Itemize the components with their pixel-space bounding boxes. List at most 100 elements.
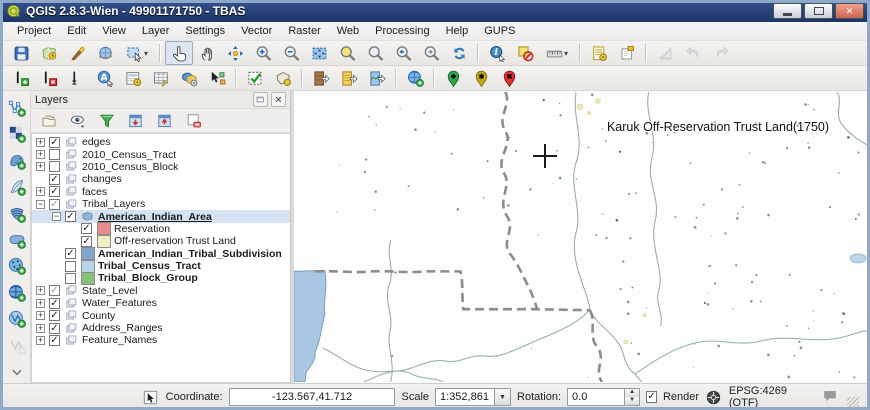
- layer-item-2010-census-tract[interactable]: +2010_Census_Tract: [32, 148, 290, 160]
- crs-status-icon[interactable]: [705, 387, 723, 407]
- zoom-next-button[interactable]: [417, 41, 445, 65]
- export-map-file-button[interactable]: [363, 66, 391, 90]
- menu-layer[interactable]: Layer: [134, 23, 178, 39]
- layer-checkbox[interactable]: ✓: [81, 223, 92, 234]
- menu-vector[interactable]: Vector: [233, 23, 280, 39]
- export-to-folder-button[interactable]: [335, 66, 363, 90]
- layer-checkbox[interactable]: [49, 149, 60, 160]
- identify-features-button[interactable]: i: [483, 41, 511, 65]
- expander-icon[interactable]: −: [52, 212, 61, 221]
- rotation-spinbox[interactable]: 0.0 ▲ ▼: [567, 388, 640, 406]
- rotation-value[interactable]: 0.0: [567, 388, 625, 406]
- remove-layer-group-button[interactable]: [184, 111, 204, 131]
- map-canvas[interactable]: Karuk Off-Reservation Trust Land(1750): [294, 91, 867, 383]
- menu-processing[interactable]: Processing: [367, 23, 437, 39]
- map-composer-button[interactable]: [91, 41, 119, 65]
- touch-zoom-pan-button[interactable]: [165, 41, 193, 65]
- zoom-to-selection-button[interactable]: [333, 41, 361, 65]
- layer-checkbox[interactable]: ✓: [65, 248, 76, 259]
- menu-settings[interactable]: Settings: [177, 23, 233, 39]
- deselect-features-button[interactable]: [511, 41, 539, 65]
- add-spatialite-layer-button[interactable]: [6, 176, 28, 197]
- measure-line-button[interactable]: ▾: [539, 41, 575, 65]
- zoom-in-button[interactable]: [249, 41, 277, 65]
- add-web-service-layer-button[interactable]: [401, 66, 429, 90]
- expander-icon[interactable]: +: [36, 324, 45, 333]
- layer-item-feature-names[interactable]: +✓Feature_Names: [32, 334, 290, 346]
- rotation-up-icon[interactable]: ▲: [625, 389, 639, 397]
- expander-icon[interactable]: +: [36, 150, 45, 159]
- layer-checkbox[interactable]: [49, 161, 60, 172]
- map-tips-button[interactable]: [585, 41, 613, 65]
- add-postgis-layer-button[interactable]: [6, 150, 28, 171]
- refresh-map-button[interactable]: [445, 41, 473, 65]
- minimize-button[interactable]: [773, 3, 802, 19]
- delete-linear-feature-button[interactable]: [35, 66, 63, 90]
- add-wms-layer-button[interactable]: [6, 256, 28, 277]
- layer-checkbox[interactable]: ✓: [49, 335, 60, 346]
- add-point-marker-button[interactable]: [439, 66, 467, 90]
- layer-item-american-indian-area[interactable]: −✓American_Indian_Area: [32, 210, 290, 222]
- layer-checkbox[interactable]: ✓: [49, 174, 60, 185]
- layer-checkbox[interactable]: ✓: [49, 285, 60, 296]
- resize-grip[interactable]: [847, 397, 859, 410]
- scale-value[interactable]: 1:352,861: [435, 388, 495, 406]
- layer-item-2010-census-block[interactable]: +2010_Census_Block: [32, 161, 290, 173]
- zoom-out-button[interactable]: [277, 41, 305, 65]
- layer-item-tribal-block-group[interactable]: Tribal_Block_Group: [32, 272, 290, 284]
- scale-dropdown-icon[interactable]: ▼: [495, 388, 511, 406]
- layer-item-tribal-census-tract[interactable]: Tribal_Census_Tract: [32, 260, 290, 272]
- add-oracle-layer-button[interactable]: [6, 229, 28, 250]
- expander-icon[interactable]: +: [36, 311, 45, 320]
- layer-checkbox[interactable]: ✓: [49, 298, 60, 309]
- layer-item-tribal-layers[interactable]: −✓Tribal_Layers: [32, 198, 290, 210]
- add-wcs-layer-button[interactable]: [6, 282, 28, 303]
- extent-pointer-toggle[interactable]: [142, 387, 160, 407]
- layer-item-faces[interactable]: +✓faces: [32, 186, 290, 198]
- collapse-all-button[interactable]: [155, 111, 175, 131]
- menu-web[interactable]: Web: [329, 23, 367, 39]
- split-linear-feature-button[interactable]: [63, 66, 91, 90]
- layer-item-address-ranges[interactable]: +✓Address_Ranges: [32, 322, 290, 334]
- layer-item-american-indian-tribal-subdivision[interactable]: ✓American_Indian_Tribal_Subdivision: [32, 248, 290, 260]
- label-options-button[interactable]: A: [91, 66, 119, 90]
- update-attributes-button[interactable]: [119, 66, 147, 90]
- rotation-down-icon[interactable]: ▼: [625, 397, 639, 405]
- layer-item-off-reservation-trust-land[interactable]: ✓Off-reservation Trust Land: [32, 235, 290, 247]
- add-wfs-layer-button[interactable]: [6, 309, 28, 330]
- menu-view[interactable]: View: [94, 23, 134, 39]
- layer-checkbox[interactable]: ✓: [49, 323, 60, 334]
- add-mssql-layer-button[interactable]: [6, 203, 28, 224]
- layer-checkbox[interactable]: ✓: [65, 211, 76, 222]
- menu-project[interactable]: Project: [9, 23, 59, 39]
- layer-checkbox[interactable]: ✓: [49, 186, 60, 197]
- expander-icon[interactable]: +: [36, 299, 45, 308]
- style-manager-button[interactable]: [63, 41, 91, 65]
- export-to-archive-button[interactable]: [307, 66, 335, 90]
- coordinate-input[interactable]: -123.567,41.712: [229, 388, 396, 406]
- expander-icon[interactable]: +: [36, 286, 45, 295]
- pan-to-selection-button[interactable]: [221, 41, 249, 65]
- layer-checkbox[interactable]: [65, 261, 76, 272]
- new-bookmark-button[interactable]: [613, 41, 641, 65]
- menu-help[interactable]: Help: [438, 23, 477, 39]
- expander-icon[interactable]: +: [36, 138, 45, 147]
- close-button[interactable]: ✕: [835, 3, 864, 19]
- layer-item-county[interactable]: +✓County: [32, 309, 290, 321]
- menu-gups[interactable]: GUPS: [476, 23, 523, 39]
- flag-point-marker-button[interactable]: [467, 66, 495, 90]
- maximize-button[interactable]: [804, 3, 833, 19]
- select-features-by-rectangle-dropdown-icon[interactable]: ▾: [144, 49, 148, 58]
- close-panel-button[interactable]: [271, 92, 286, 107]
- manage-layer-visibility-button[interactable]: [68, 111, 88, 131]
- zoom-full-extent-button[interactable]: [305, 41, 333, 65]
- add-linear-feature-button[interactable]: [7, 66, 35, 90]
- scale-combo[interactable]: 1:352,861 ▼: [435, 388, 511, 406]
- save-project-button[interactable]: [7, 41, 35, 65]
- layer-item-edges[interactable]: +✓edges: [32, 136, 290, 148]
- select-geography-button[interactable]: [203, 66, 231, 90]
- layer-checkbox[interactable]: ✓: [49, 310, 60, 321]
- modify-area-feature-button[interactable]: [269, 66, 297, 90]
- layer-item-water-features[interactable]: +✓Water_Features: [32, 297, 290, 309]
- open-attribute-table-button[interactable]: [147, 66, 175, 90]
